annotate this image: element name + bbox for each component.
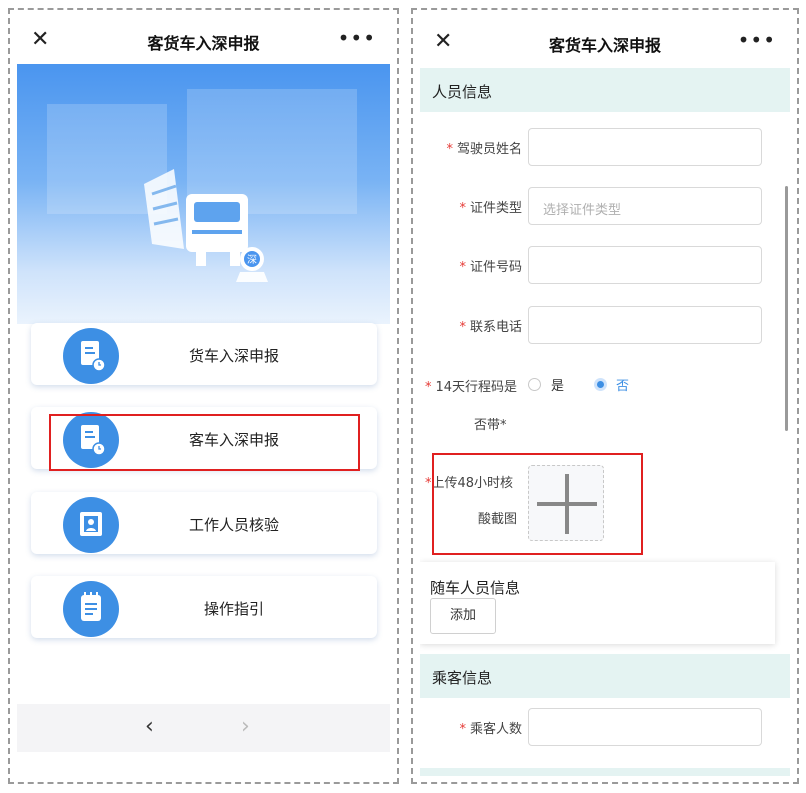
radio-no-selected[interactable]: [594, 378, 607, 391]
forward-arrow-icon[interactable]: ›: [241, 714, 250, 739]
more-icon[interactable]: •••: [738, 28, 776, 52]
highlight-box-upload: [432, 453, 643, 555]
section-title: 乘客信息: [432, 669, 493, 687]
radio-yes[interactable]: [528, 378, 541, 391]
right-screenshot-panel: ✕ 客货车入深申报 ••• 人员信息 * 驾驶员姓名 * 证件类型 选择证件类型 *…: [411, 8, 799, 784]
field-label: * 证件类型: [459, 201, 522, 216]
section-divider: [420, 768, 790, 776]
companions-title: 随车人员信息: [430, 579, 521, 597]
section-title: 人员信息: [432, 83, 493, 101]
menu-operation-guide[interactable]: 操作指引: [31, 576, 377, 638]
section-passenger-info: 乘客信息: [420, 654, 790, 698]
field-label: * 乘客人数: [459, 722, 522, 737]
phone-input[interactable]: [528, 306, 762, 344]
hero-banner: 深: [17, 64, 390, 324]
passenger-count-input[interactable]: [528, 708, 762, 746]
menu-staff-verification[interactable]: 工作人员核验: [31, 492, 377, 554]
left-phone-screen: ✕ 客货车入深申报 ••• 深 货车入深申报 客车入深申报 工作人员核验 操作指…: [17, 16, 390, 776]
page-title: 客货车入深申报: [147, 34, 260, 53]
add-companion-button[interactable]: 添加: [430, 598, 496, 634]
right-phone-screen: ✕ 客货车入深申报 ••• 人员信息 * 驾驶员姓名 * 证件类型 选择证件类型 *…: [420, 16, 790, 776]
section-personnel-info: 人员信息: [420, 68, 790, 112]
left-top-bar: ✕ 客货车入深申报 •••: [17, 16, 390, 64]
passenger-count-row: * 乘客人数: [420, 708, 790, 748]
id-number-input[interactable]: [528, 246, 762, 284]
phone-row: * 联系电话: [420, 306, 790, 346]
menu-truck-declaration[interactable]: 货车入深申报: [31, 323, 377, 385]
id-type-row: * 证件类型 选择证件类型: [420, 187, 790, 227]
browser-bottom-nav: ‹ ›: [17, 704, 390, 752]
menu-label: 操作指引: [203, 600, 264, 618]
id-type-select[interactable]: 选择证件类型: [528, 187, 762, 225]
page-title: 客货车入深申报: [548, 36, 661, 55]
hero-badge-text: 深: [247, 254, 257, 266]
driver-name-input[interactable]: [528, 128, 762, 166]
menu-label: 工作人员核验: [188, 516, 279, 534]
companions-card: 随车人员信息 添加: [420, 562, 775, 644]
field-label: * 驾驶员姓名: [446, 142, 522, 157]
notepad-icon: [63, 581, 119, 637]
id-number-row: * 证件号码: [420, 246, 790, 286]
driver-name-row: * 驾驶员姓名: [420, 128, 790, 168]
right-top-bar: ✕ 客货车入深申报 •••: [420, 16, 790, 66]
back-arrow-icon[interactable]: ‹: [145, 714, 154, 739]
more-icon[interactable]: •••: [338, 26, 376, 50]
radio-yes-label[interactable]: 是: [551, 375, 564, 394]
person-badge-icon: [63, 497, 119, 553]
scrollbar[interactable]: [785, 186, 788, 431]
menu-label: 货车入深申报: [188, 347, 279, 365]
document-clock-icon: [63, 328, 119, 384]
radio-no-label[interactable]: 否: [616, 375, 629, 394]
field-label: * 证件号码: [459, 260, 522, 275]
field-label: * 联系电话: [459, 320, 522, 335]
left-screenshot-panel: ✕ 客货车入深申报 ••• 深 货车入深申报 客车入深申报 工作人员核验 操作指…: [8, 8, 399, 784]
highlight-box-bus: [49, 414, 360, 471]
truck-illustration-icon: 深: [144, 169, 268, 282]
